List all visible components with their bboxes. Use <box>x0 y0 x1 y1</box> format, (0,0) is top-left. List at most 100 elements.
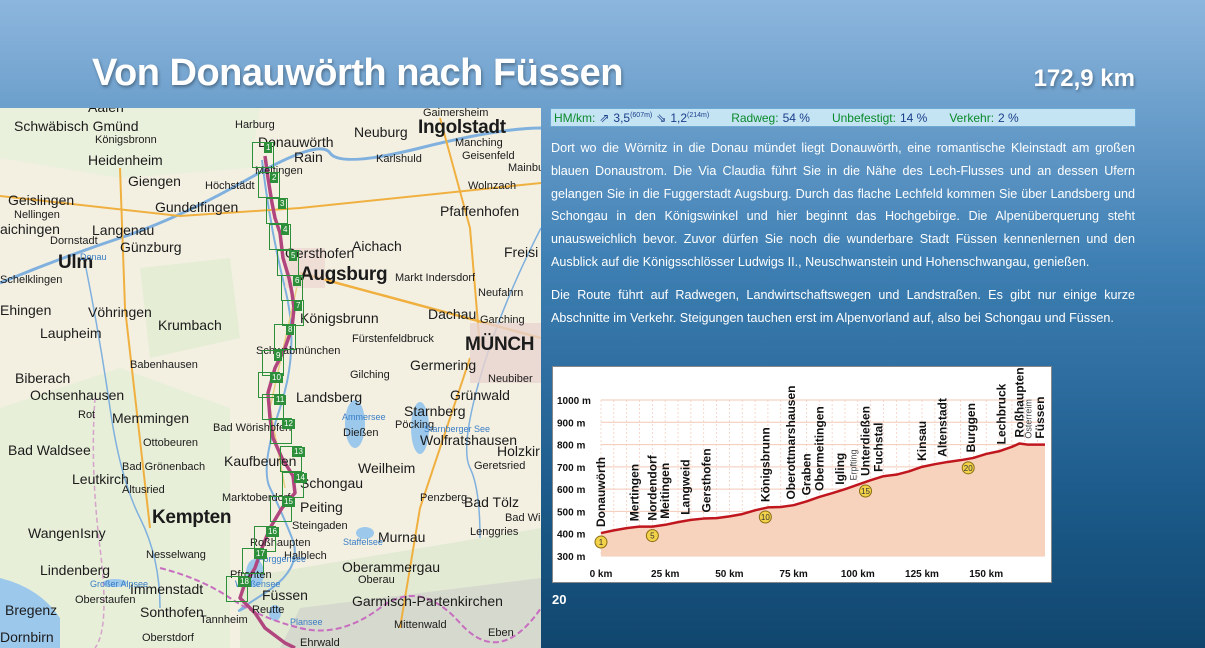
profile-place-label: Altenstadt <box>936 398 950 457</box>
profile-stage-number: 15 <box>861 487 870 496</box>
map-place-label: Isny <box>80 525 106 541</box>
map-place-label: Rot <box>78 409 96 421</box>
map-place-label: Günzburg <box>120 239 182 255</box>
map-place-label: Gundelfingen <box>155 199 239 215</box>
unbefestigt-label: Unbefestigt: <box>831 110 896 125</box>
route-stage-number: 1 <box>264 143 273 153</box>
map-place-label: Ochsenhausen <box>30 387 125 403</box>
route-stage-number: 10 <box>270 373 283 383</box>
map-place-label: Harburg <box>235 119 275 131</box>
profile-y-tick-label: 1000 m <box>557 396 591 407</box>
map-place-label: Fürstenfeldbruck <box>352 333 434 345</box>
map-place-label: Murnau <box>378 529 426 545</box>
route-stage-number: 7 <box>294 301 303 311</box>
profile-place-label: Meitingen <box>658 463 672 519</box>
profile-y-tick-label: 300 m <box>557 552 585 563</box>
map-place-label: Ehrwald <box>300 637 340 648</box>
map-place-label: Staffelsee <box>343 537 383 547</box>
map-place-label: Penzberg <box>420 492 468 504</box>
map-place-label: Bad Waldsee <box>8 442 91 458</box>
map-place-label: Landsberg <box>296 389 363 405</box>
elevation-profile-chart: 1000 m 900 m 800 m 700 m 600 m 500 m 400 m 300 … <box>557 367 1047 580</box>
profile-stage-number: 1 <box>599 538 604 547</box>
route-stage-number: 18 <box>238 577 251 587</box>
map-place-label: Oberstaufen <box>75 594 136 606</box>
route-stage-number: 11 <box>274 395 287 405</box>
map-place-label: Babenhausen <box>130 359 198 371</box>
profile-y-tick-label: 600 m <box>557 485 585 496</box>
profile-x-tick-label: 100 km <box>841 569 875 580</box>
map-place-label: Peiting <box>300 499 343 515</box>
profile-place-label: Kinsau <box>915 421 929 461</box>
map-place-label: Bad Tölz <box>464 494 519 510</box>
profile-y-tick-label: 900 m <box>557 418 585 429</box>
map-place-label: MÜNCH <box>465 334 535 355</box>
ascent-value: 3,5(607m) <box>613 110 653 125</box>
map-place-label: Königsbronn <box>95 134 157 146</box>
map-place-label: Geislingen <box>8 192 75 208</box>
map-place-label: Langenau <box>92 222 155 238</box>
map-place-label: Lindenberg <box>40 562 111 578</box>
profile-x-tick-label: 25 km <box>651 569 679 580</box>
profile-stage-number: 10 <box>761 513 770 522</box>
map-place-label: Gaimersheim <box>423 108 489 119</box>
elevation-profile: 1000 m 900 m 800 m 700 m 600 m 500 m 400 m 300 … <box>552 366 1052 583</box>
map-place-label: aichingen <box>0 221 60 237</box>
map-place-label: Oberau <box>358 574 395 586</box>
map-place-label: Weilheim <box>358 460 416 476</box>
profile-stage-number: 5 <box>650 532 655 541</box>
map-place-label: Krumbach <box>158 317 222 333</box>
map-place-label: Geretsried <box>474 460 526 472</box>
profile-x-tick-label: 150 km <box>969 569 1003 580</box>
route-stage-number: 15 <box>282 497 295 507</box>
map-place-label: Nellingen <box>14 209 60 221</box>
verkehr-label: Verkehr: <box>949 110 995 125</box>
profile-place-label: Burggen <box>964 403 978 452</box>
map-place-label: Tannheim <box>200 614 248 626</box>
map-place-label: Rain <box>294 149 323 165</box>
route-distance: 172,9 km <box>1033 65 1135 92</box>
map-place-label: Sonthofen <box>140 604 204 620</box>
map-place-label: Steingaden <box>292 520 348 532</box>
map-place-label: Altusried <box>122 484 165 496</box>
map-place-label: Wangen <box>28 525 80 541</box>
hm-label: HM/km: <box>554 110 596 125</box>
map-place-label: Bregenz <box>5 602 58 618</box>
route-stage-number: 8 <box>286 325 295 335</box>
map-place-label: Garmisch-Partenkirchen <box>352 593 503 609</box>
profile-x-tick-label: 50 km <box>715 569 743 580</box>
map-place-label: Geisenfeld <box>462 150 515 162</box>
map-place-label: Nesselwang <box>146 549 206 561</box>
map-place-label: Neufahrn <box>478 287 524 299</box>
profile-place-label: Langweid <box>679 459 693 514</box>
ascent-icon: ⇗ <box>599 110 610 125</box>
map-place-label: Markt Indersdorf <box>395 272 476 284</box>
map-place-label: Königsbrunn <box>300 310 379 326</box>
map-place-label: Laupheim <box>40 325 102 341</box>
map-place-label: Biberach <box>15 370 71 386</box>
route-map[interactable]: Aalen Schwäbisch GmündKönigsbronn Heidenhe… <box>0 108 541 648</box>
map-place-label: Kempten <box>152 507 232 528</box>
profile-place-label: Obermeitingen <box>812 406 826 491</box>
map-place-label: Neubiber <box>488 373 533 385</box>
profile-place-label: Füssen <box>1033 397 1047 439</box>
radweg-label: Radweg: <box>731 110 779 125</box>
map-place-label: Mainbu <box>508 162 541 174</box>
profile-place-label: Fuchstal <box>871 422 885 471</box>
map-place-label: Dornstadt <box>50 235 98 247</box>
map-place-label: Pfaffenhofen <box>440 203 520 219</box>
descent-icon: ⇘ <box>656 110 667 125</box>
profile-stage-number: 20 <box>964 464 973 473</box>
profile-place-label: Mertingen <box>627 464 641 521</box>
map-place-label: Plansee <box>290 617 323 627</box>
map-place-label: Donau <box>80 252 107 262</box>
map-place-label: Bad Grönenbach <box>122 461 206 473</box>
profile-place-label: Donauwörth <box>594 457 608 527</box>
map-place-label: Ottobeuren <box>143 437 199 449</box>
map-place-label: Schwäbisch Gmünd <box>14 118 139 134</box>
route-stage-number: 6 <box>293 276 302 286</box>
route-stage-number: 12 <box>282 419 295 429</box>
map-place-label: Giengen <box>128 173 181 189</box>
page-title: Von Donauwörth nach Füssen <box>92 52 624 94</box>
page-number: 20 <box>552 592 567 607</box>
